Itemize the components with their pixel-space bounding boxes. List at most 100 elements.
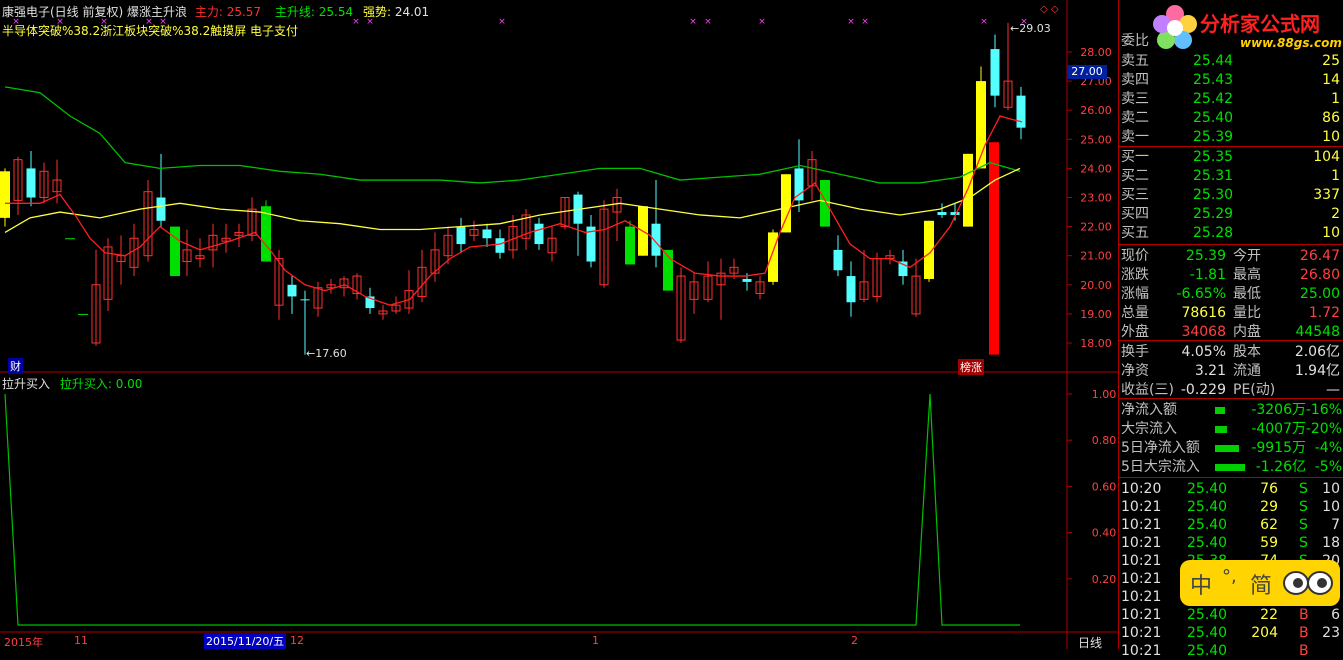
ask-label: 卖二	[1121, 110, 1149, 126]
quote-label: 最高	[1233, 267, 1261, 283]
candle-body	[287, 284, 297, 297]
ime-toolbar[interactable]: 中 °, 简	[1180, 560, 1340, 606]
tick-time: 10:21	[1121, 499, 1162, 515]
tick-side: B	[1299, 607, 1309, 623]
candle-body	[78, 313, 88, 315]
bid-price: 25.30	[1193, 187, 1234, 203]
quote-value: -1.81	[1189, 267, 1226, 283]
signal-marker-icon: ×	[758, 17, 766, 27]
flow-bar	[1215, 445, 1239, 452]
period-label[interactable]: 日线	[1078, 634, 1102, 651]
candle-body	[768, 232, 778, 282]
fund-flow-row: 大宗流入 -4007万 -20%	[1119, 420, 1343, 438]
tick-row: 10:21 25.40 59 S 18	[1119, 534, 1343, 552]
ask-price: 25.39	[1193, 129, 1234, 145]
flow-label: 5日净流入额	[1121, 440, 1200, 456]
tick-row: 10:21 25.40 B	[1119, 642, 1343, 660]
y-tick-label: 22.00	[1080, 221, 1112, 234]
y-tick-label: 28.00	[1080, 46, 1112, 59]
quote-value: 25.00	[1299, 286, 1340, 302]
chart-area[interactable]: × × × × × × × × × × × × × × × 28.00 27.00 26.00 25.00 24.0…	[0, 0, 1118, 651]
fundamental-value: 4.05%	[1181, 344, 1226, 360]
y-tick-label: 21.00	[1080, 250, 1112, 263]
sub-y-tick-label: 0.20	[1092, 573, 1117, 586]
candle-body	[833, 249, 843, 271]
fundamental-label: 换手	[1121, 344, 1149, 360]
tick-side: B	[1299, 625, 1309, 641]
bid-price: 25.28	[1193, 225, 1234, 241]
signal-marker-icon: ×	[498, 17, 506, 27]
cai-badge[interactable]: 财	[8, 358, 23, 374]
bid-row: 买三 25.30 337	[1119, 186, 1343, 204]
quote-label: 量比	[1233, 305, 1261, 321]
fundamental-row: 换手 4.05% 股本 2.06亿	[1119, 343, 1343, 361]
quote-row: 外盘 34068 内盘 44548	[1119, 323, 1343, 341]
flow-percent: -4%	[1314, 440, 1342, 456]
tick-row: 10:21 25.40 22 B 6	[1119, 606, 1343, 624]
bid-row: 买二 25.31 1	[1119, 167, 1343, 185]
high-price-label: ←29.03	[1010, 22, 1051, 35]
ime-punct[interactable]: °,	[1222, 566, 1237, 587]
quote-label: 外盘	[1121, 324, 1149, 340]
main-price-layer: × × × × × × × × × × × × × × ×	[0, 17, 1028, 355]
ime-simplified[interactable]: 简	[1250, 568, 1272, 600]
logo-title: 分析家公式网	[1200, 12, 1320, 36]
candle-body	[781, 174, 791, 233]
tick-price: 25.40	[1187, 643, 1228, 659]
zhushengxian-label: 主升线:	[274, 5, 315, 19]
candle-body	[300, 299, 310, 301]
current-price-tag: 27.00	[1067, 65, 1107, 79]
sub-y-tick-label: 0.80	[1092, 434, 1117, 447]
zhuli-value: 25.57	[226, 5, 262, 19]
flower-logo-icon	[1153, 5, 1197, 49]
ask-price: 25.40	[1193, 110, 1234, 126]
bid-volume: 104	[1313, 149, 1340, 165]
bid-volume: 10	[1322, 225, 1340, 241]
tick-count: 18	[1322, 535, 1340, 551]
tick-side: S	[1299, 499, 1308, 515]
quote-label: 涨跌	[1121, 267, 1149, 283]
candle-body	[651, 223, 661, 256]
sub-chart-header: 拉升买入 拉升买入: 0.00	[2, 375, 142, 392]
quote-label: 现价	[1121, 248, 1149, 264]
bid-label: 买一	[1121, 149, 1149, 165]
window-toggle-icon[interactable]: ◇ ◇	[1040, 4, 1059, 15]
tick-price: 25.40	[1187, 481, 1228, 497]
flow-bar	[1215, 464, 1245, 471]
quote-value: 44548	[1295, 324, 1340, 340]
sub-y-tick-label: 1.00	[1092, 388, 1117, 401]
tick-count: 10	[1322, 499, 1340, 515]
bid-label: 买五	[1121, 225, 1149, 241]
quote-panel: 委比 卖五 25.44 25 卖四 25.43 14 卖三 25.42 1 卖二 25.40 86 卖一…	[1118, 0, 1343, 659]
flow-percent: -5%	[1314, 459, 1342, 475]
qiangshi-label: 强势:	[362, 5, 391, 19]
tick-time: 10:21	[1121, 589, 1162, 605]
low-price-label: ←17.60	[306, 347, 347, 360]
ime-mode-zh[interactable]: 中	[1190, 568, 1212, 600]
quote-value: 1.72	[1308, 305, 1340, 321]
tick-time: 10:21	[1121, 571, 1162, 587]
lasheng-line	[4, 393, 1020, 626]
bid-price: 25.29	[1193, 206, 1234, 222]
bang-badge[interactable]: 榜涨	[958, 359, 984, 375]
quote-value: 34068	[1181, 324, 1226, 340]
ask-label: 卖一	[1121, 129, 1149, 145]
ask-label: 卖三	[1121, 91, 1149, 107]
ask-price: 25.44	[1193, 53, 1234, 69]
tick-volume: 59	[1260, 535, 1278, 551]
bid-price: 25.35	[1193, 149, 1234, 165]
y-tick-label: 26.00	[1080, 104, 1112, 117]
candle-body	[937, 212, 947, 215]
quote-row: 涨幅 -6.65% 最低 25.00	[1119, 285, 1343, 303]
site-logo: 分析家公式网 www.88gs.com	[1150, 0, 1343, 52]
quote-value: -6.65%	[1176, 286, 1226, 302]
candle-body	[156, 197, 166, 221]
kline-chart[interactable]: × × × × × × × × × × × × × × × 28.0027.0026.0025.0024.0…	[0, 0, 1118, 649]
fundamental-value: -0.229	[1180, 382, 1226, 398]
flow-value: -3206万	[1251, 402, 1306, 418]
fundamental-label: 流通	[1233, 363, 1261, 379]
ime-mascot-icon[interactable]	[1280, 568, 1336, 598]
sub-chart-title: 拉升买入	[2, 377, 51, 391]
tick-time: 10:21	[1121, 535, 1162, 551]
quote-label: 最低	[1233, 286, 1261, 302]
